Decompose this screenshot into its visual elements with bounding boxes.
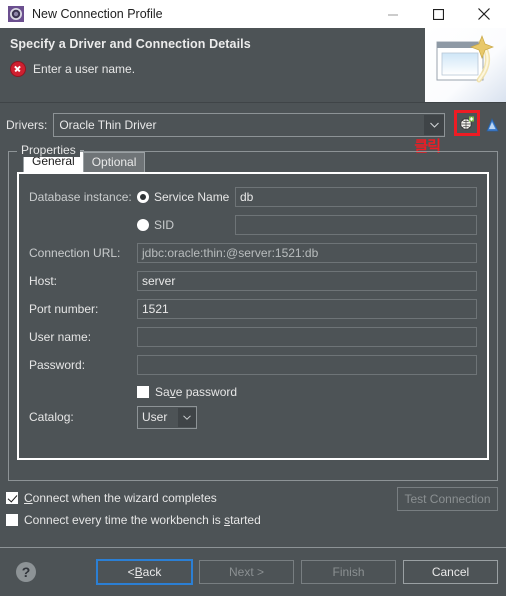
window-controls bbox=[371, 0, 506, 28]
database-instance-label: Database instance: bbox=[29, 190, 132, 204]
finish-button[interactable]: Finish bbox=[301, 560, 396, 584]
connect-on-complete-label: Connect when the wizard completes bbox=[24, 491, 217, 505]
connect-on-start-checkbox[interactable] bbox=[6, 514, 18, 526]
save-password-row[interactable]: Save password bbox=[29, 380, 477, 404]
connection-url-input: jdbc:oracle:thin:@server:1521:db bbox=[137, 243, 477, 263]
validation-message-text: Enter a user name. bbox=[33, 62, 136, 76]
radio-sid[interactable]: SID bbox=[137, 218, 235, 232]
cancel-button[interactable]: Cancel bbox=[403, 560, 498, 584]
properties-tabs: General Optional bbox=[17, 150, 489, 172]
chevron-down-icon[interactable] bbox=[178, 407, 196, 427]
drivers-combo[interactable]: Oracle Thin Driver bbox=[53, 113, 446, 137]
connect-on-start-row[interactable]: Connect every time the workbench is star… bbox=[6, 509, 498, 531]
next-button[interactable]: Next > bbox=[199, 560, 294, 584]
new-driver-button-wrap[interactable] bbox=[454, 110, 481, 138]
port-row: Port number: 1521 bbox=[29, 296, 477, 322]
back-button[interactable]: < Back bbox=[96, 559, 193, 585]
radio-sid-label: SID bbox=[154, 218, 175, 232]
user-name-row: User name: bbox=[29, 324, 477, 350]
catalog-select[interactable]: User bbox=[137, 405, 197, 429]
annotation-highlight-box bbox=[454, 110, 481, 136]
header-text-block: Specify a Driver and Connection Details … bbox=[0, 28, 425, 102]
help-icon[interactable]: ? bbox=[16, 562, 36, 582]
close-button[interactable] bbox=[461, 0, 506, 28]
connection-url-label: Connection URL: bbox=[29, 246, 121, 260]
catalog-row: Catalog: User bbox=[29, 404, 477, 430]
port-label: Port number: bbox=[29, 302, 99, 316]
drivers-combo-value: Oracle Thin Driver bbox=[59, 118, 157, 132]
radio-service-name-label: Service Name bbox=[154, 190, 230, 204]
dialog-body: Drivers: Oracle Thin Driver 클릭 Propertie… bbox=[0, 103, 506, 547]
password-input[interactable] bbox=[137, 355, 477, 375]
save-password-checkbox[interactable] bbox=[137, 386, 149, 398]
password-label: Password: bbox=[29, 358, 86, 372]
host-row: Host: server bbox=[29, 268, 477, 294]
save-password-label: Save password bbox=[155, 385, 238, 399]
sid-input[interactable] bbox=[235, 215, 477, 235]
radio-service-name[interactable]: Service Name bbox=[137, 190, 235, 204]
page-title: Specify a Driver and Connection Details bbox=[10, 37, 251, 51]
user-name-input[interactable] bbox=[137, 327, 477, 347]
port-input[interactable]: 1521 bbox=[137, 299, 477, 319]
properties-group: Properties General Optional Database ins… bbox=[8, 143, 498, 481]
host-label: Host: bbox=[29, 274, 58, 288]
connect-on-start-label: Connect every time the workbench is star… bbox=[24, 513, 261, 527]
connection-url-row: Connection URL: jdbc:oracle:thin:@server… bbox=[29, 240, 477, 266]
sid-row: SID bbox=[29, 212, 477, 238]
host-input[interactable]: server bbox=[137, 271, 477, 291]
error-icon bbox=[10, 61, 26, 77]
window-title: New Connection Profile bbox=[32, 7, 163, 21]
catalog-label: Catalog: bbox=[29, 410, 74, 424]
drivers-row: Drivers: Oracle Thin Driver bbox=[0, 103, 506, 139]
validation-message: Enter a user name. bbox=[10, 61, 425, 77]
minimize-button[interactable] bbox=[371, 0, 416, 28]
maximize-button[interactable] bbox=[416, 0, 461, 28]
database-instance-row: Database instance: Service Name db bbox=[29, 184, 477, 210]
catalog-select-value: User bbox=[142, 410, 168, 424]
radio-sid-dot bbox=[137, 219, 149, 231]
properties-legend: Properties bbox=[17, 143, 80, 157]
connection-profile-icon bbox=[8, 6, 24, 22]
connection-options: Connect when the wizard completes Connec… bbox=[0, 481, 506, 533]
tab-optional[interactable]: Optional bbox=[82, 152, 146, 172]
drivers-label: Drivers: bbox=[6, 118, 48, 132]
general-tab-panel: Database instance: Service Name db SID C… bbox=[17, 172, 489, 460]
radio-service-name-dot bbox=[137, 191, 149, 203]
connect-on-complete-checkbox[interactable] bbox=[6, 492, 18, 504]
test-connection-button[interactable]: Test Connection bbox=[397, 487, 498, 511]
title-bar: New Connection Profile bbox=[0, 0, 506, 28]
wizard-header: Specify a Driver and Connection Details … bbox=[0, 28, 506, 103]
chevron-down-icon[interactable] bbox=[424, 115, 445, 135]
wizard-navigation-buttons: < Back Next > Finish Cancel bbox=[96, 559, 498, 585]
edit-driver-icon[interactable] bbox=[486, 117, 500, 133]
user-name-label: User name: bbox=[29, 330, 92, 344]
dialog-button-bar: ? < Back Next > Finish Cancel bbox=[0, 547, 506, 596]
password-row: Password: bbox=[29, 352, 477, 378]
new-connection-profile-dialog: New Connection Profile Specify a Driver … bbox=[0, 0, 506, 596]
service-name-input[interactable]: db bbox=[235, 187, 477, 207]
wizard-banner-image bbox=[425, 28, 506, 102]
